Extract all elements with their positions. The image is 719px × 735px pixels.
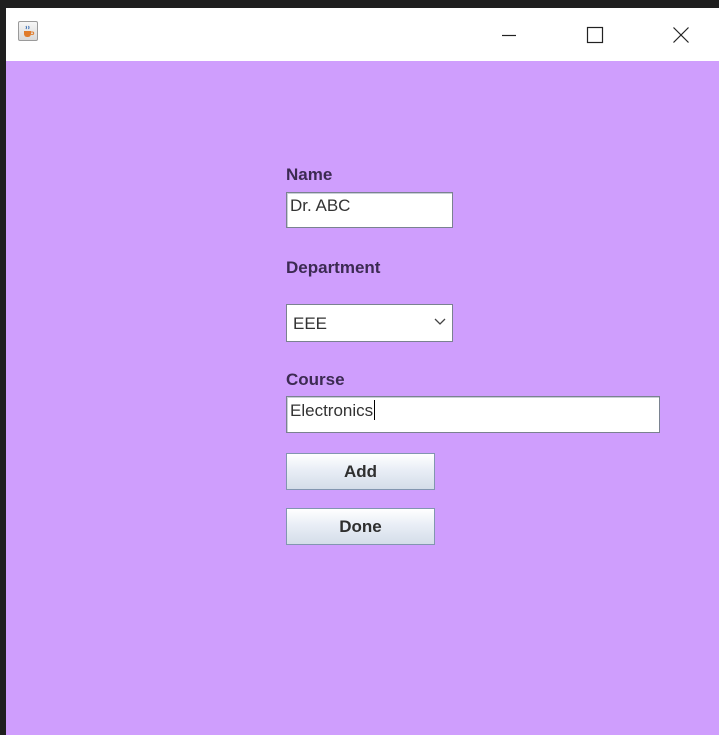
maximize-button[interactable] (572, 8, 618, 61)
department-selected-value: EEE (293, 314, 328, 333)
department-dropdown[interactable]: EEE (286, 304, 453, 342)
title-bar[interactable] (6, 8, 719, 61)
name-label: Name (286, 165, 333, 184)
minimize-button[interactable] (486, 8, 532, 61)
course-field-value: Electronics (290, 401, 374, 420)
done-button[interactable]: Done (286, 508, 435, 545)
course-label: Course (286, 370, 345, 389)
java-cup-icon[interactable] (18, 21, 38, 41)
department-label: Department (286, 258, 381, 277)
name-field[interactable]: Dr. ABC (286, 192, 453, 228)
maximize-icon (586, 26, 604, 43)
add-button[interactable]: Add (286, 453, 435, 490)
minimize-icon (502, 34, 516, 36)
application-window: Name Dr. ABC Department EEE Course Elect… (6, 8, 719, 735)
course-field[interactable]: Electronics (286, 396, 660, 433)
name-field-value: Dr. ABC (290, 196, 351, 215)
text-caret (374, 400, 376, 420)
close-icon (673, 26, 689, 43)
close-button[interactable] (658, 8, 704, 61)
chevron-down-icon (434, 318, 446, 325)
